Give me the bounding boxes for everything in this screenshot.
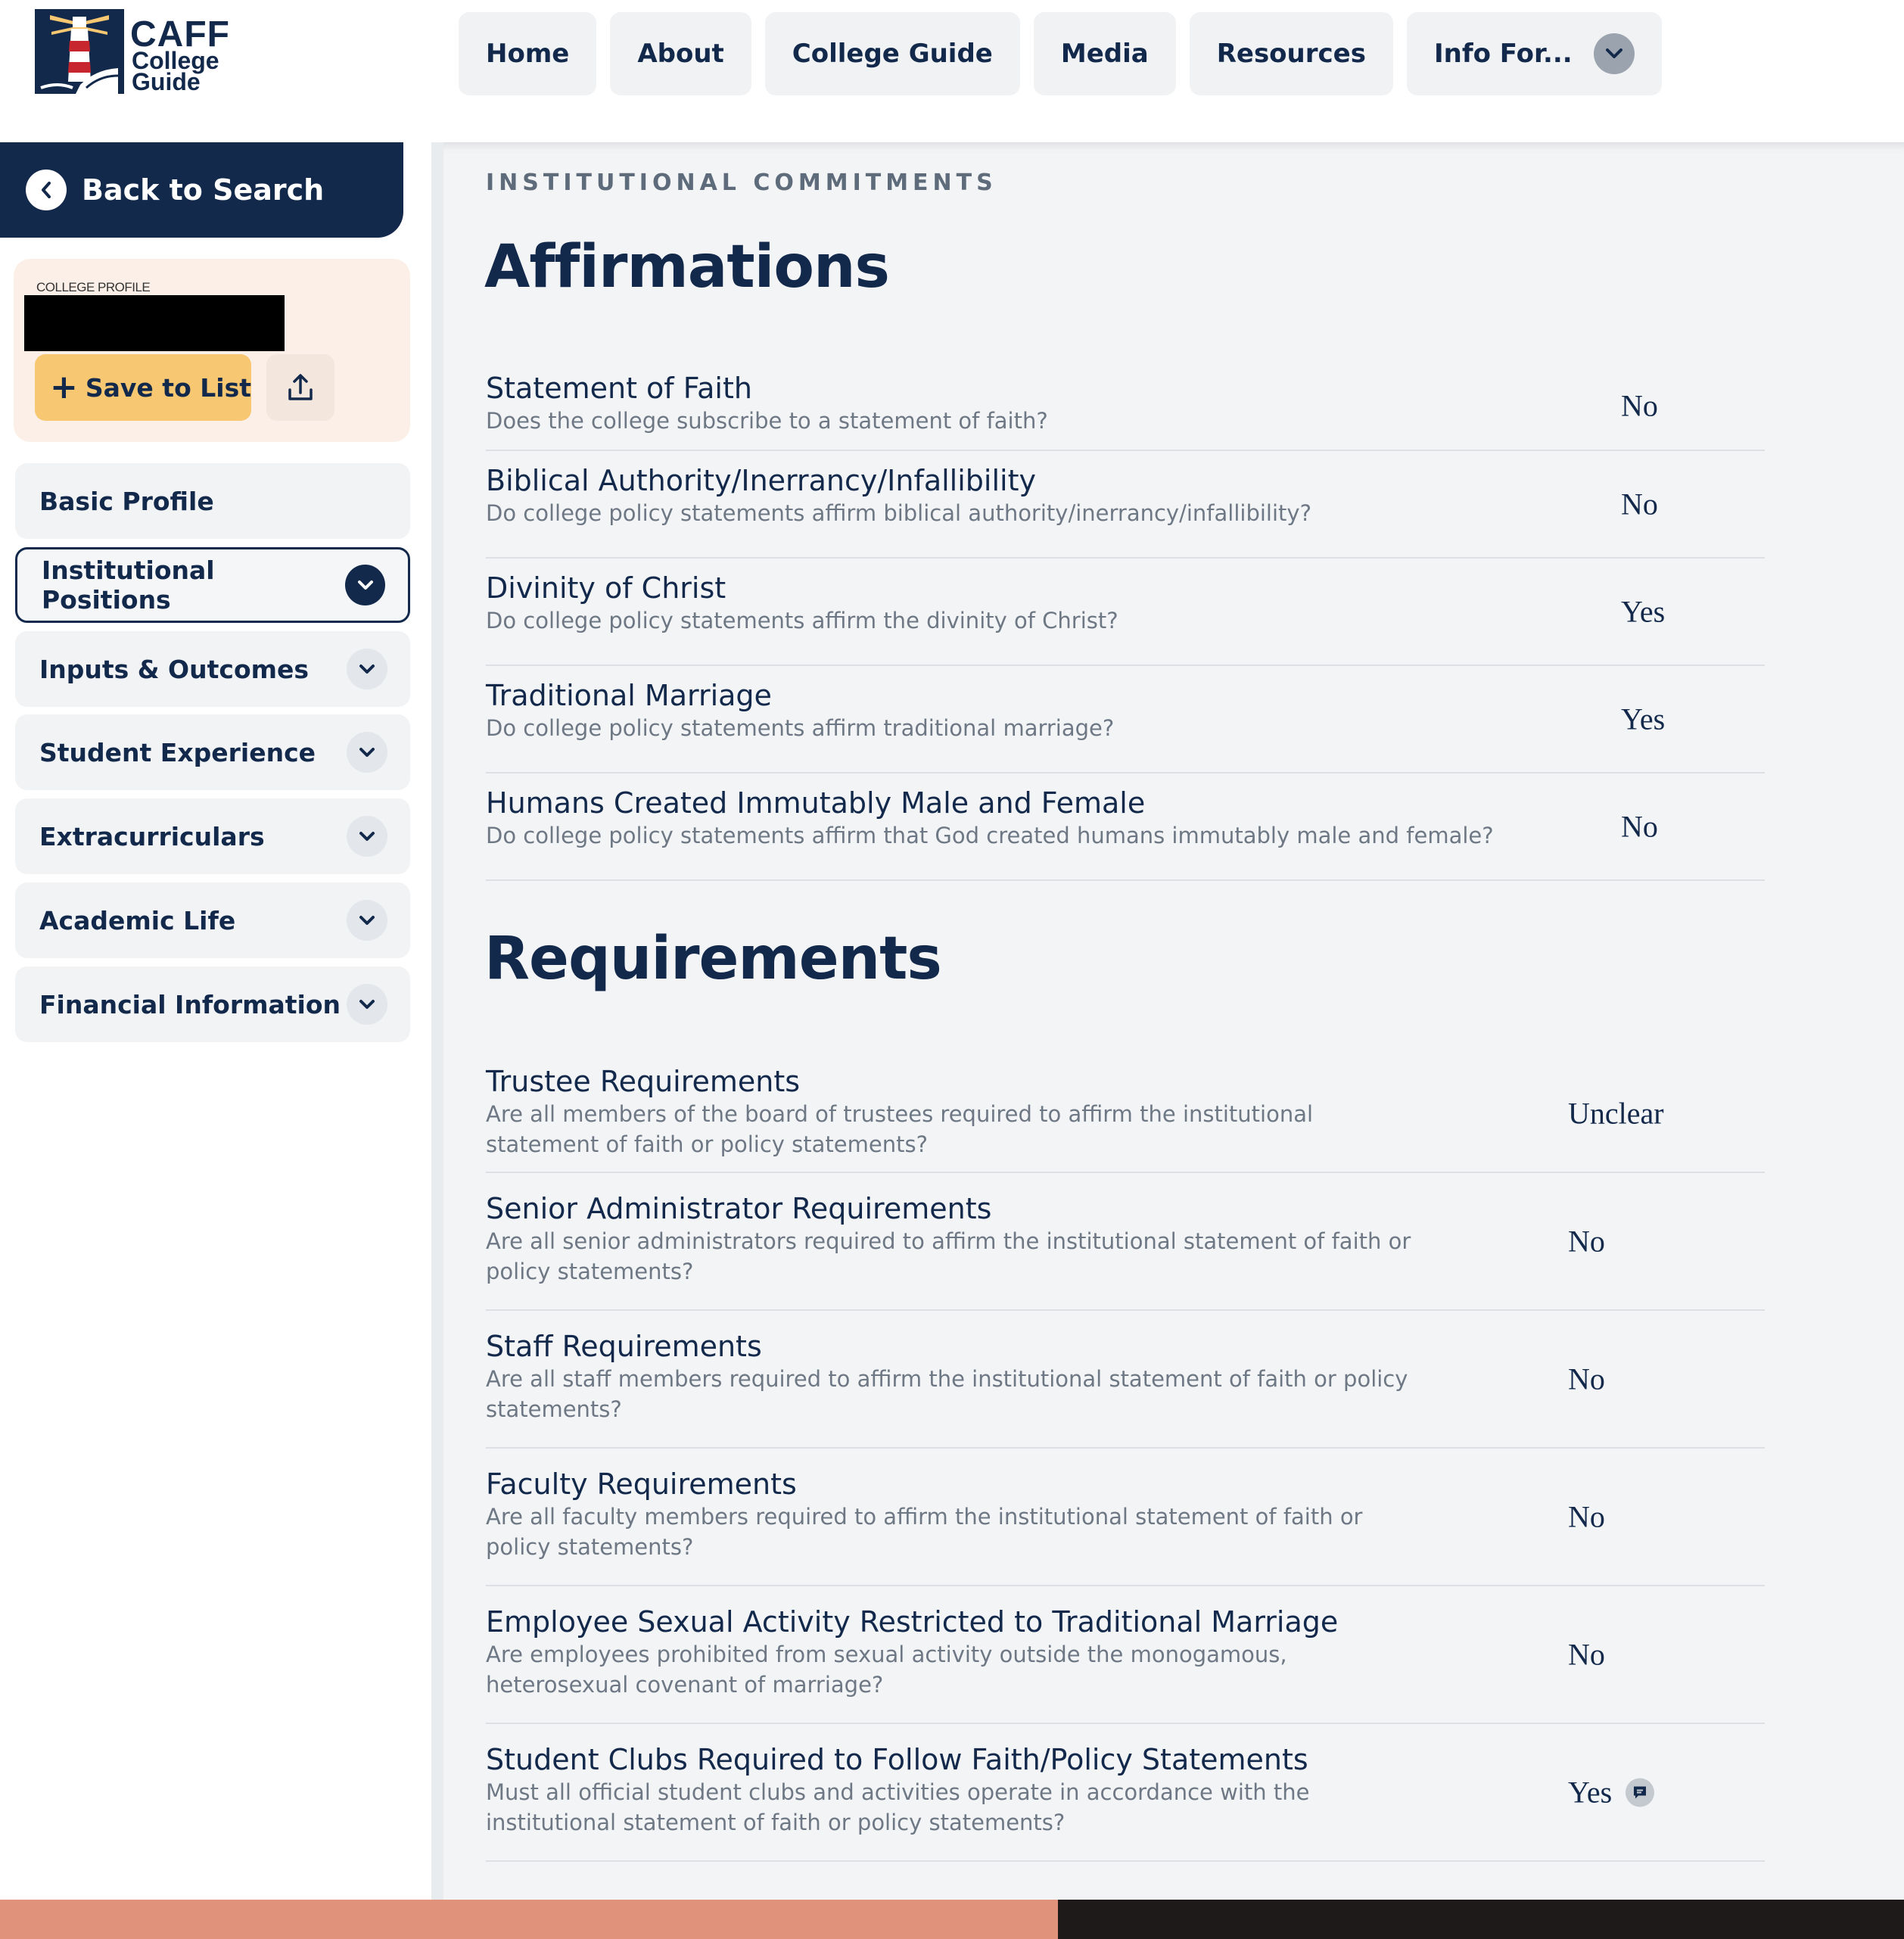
sidebar-item-institutional-positions[interactable]: Institutional Positions — [15, 547, 410, 623]
table-row: Trustee Requirements Are all members of … — [486, 1055, 1765, 1173]
row-value: No — [1568, 1637, 1605, 1672]
chevron-down-icon — [347, 649, 387, 689]
row-value: Unclear — [1568, 1096, 1664, 1131]
row-description: Must all official student clubs and acti… — [486, 1779, 1310, 1835]
sidebar-item-label: Financial Information — [39, 989, 341, 1019]
save-to-list-label: Save to List — [85, 372, 251, 403]
chevron-down-icon — [347, 900, 387, 941]
brand-subtitle: College Guide — [132, 47, 219, 95]
row-description: Are all senior administrators required t… — [486, 1228, 1411, 1284]
chevron-down-icon — [347, 816, 387, 857]
row-value: Yes — [1568, 1775, 1655, 1810]
main-content: INSTITUTIONAL COMMITMENTS Affirmations S… — [443, 142, 1904, 1900]
row-value: No — [1568, 1499, 1605, 1534]
chevron-down-icon[interactable] — [1593, 33, 1635, 74]
nav-info-for-label: Info For... — [1433, 39, 1573, 69]
nav-media[interactable]: Media — [1033, 12, 1176, 95]
chevron-down-icon — [345, 565, 385, 605]
college-profile-label: COLLEGE PROFILE — [36, 280, 151, 294]
college-profile-card: COLLEGE PROFILE + Save to List — [14, 259, 410, 442]
row-value: Yes — [1621, 594, 1666, 629]
redacted-college-name — [24, 295, 285, 351]
nav-college-guide[interactable]: College Guide — [764, 12, 1020, 95]
back-to-search-label: Back to Search — [82, 173, 325, 207]
row-description: Are all members of the board of trustees… — [486, 1101, 1314, 1157]
row-value: No — [1621, 809, 1658, 844]
row-description: Do college policy statements affirm trad… — [486, 715, 1115, 741]
main-nav: Home About College Guide Media Resources… — [459, 12, 1662, 95]
affirmations-heading: Affirmations — [484, 233, 890, 301]
nav-resources[interactable]: Resources — [1189, 12, 1393, 95]
row-description: Do college policy statements affirm the … — [486, 608, 1118, 633]
row-value-text: Yes — [1568, 1775, 1613, 1810]
chevron-left-icon — [26, 170, 67, 210]
row-description: Does the college subscribe to a statemen… — [486, 408, 1048, 434]
chevron-down-icon — [347, 984, 387, 1025]
sidebar-item-basic-profile[interactable]: Basic Profile — [15, 463, 410, 539]
panel-divider — [431, 142, 443, 1900]
row-title: Faculty Requirements — [486, 1467, 797, 1501]
sidebar-item-financial-information[interactable]: Financial Information — [15, 966, 410, 1042]
sidebar-item-label: Extracurriculars — [39, 821, 265, 851]
requirements-heading: Requirements — [484, 925, 942, 993]
nav-home[interactable]: Home — [459, 12, 597, 95]
save-to-list-button[interactable]: + Save to List — [35, 354, 251, 421]
row-title: Statement of Faith — [486, 372, 752, 405]
row-title: Divinity of Christ — [486, 571, 726, 605]
row-value: No — [1568, 1362, 1605, 1396]
table-row: Faculty Requirements Are all faculty mem… — [486, 1449, 1765, 1586]
sidebar-item-inputs-outcomes[interactable]: Inputs & Outcomes — [15, 631, 410, 707]
top-bar: CAFF College Guide Home About College Gu… — [0, 0, 1904, 142]
row-title: Biblical Authority/Inerrancy/Infallibili… — [486, 464, 1036, 497]
row-title: Humans Created Immutably Male and Female — [486, 786, 1146, 820]
sidebar-item-label: Basic Profile — [39, 486, 214, 516]
caff-logo[interactable]: CAFF College Guide — [35, 9, 247, 98]
row-value: No — [1621, 487, 1658, 521]
row-description: Are all faculty members required to affi… — [486, 1504, 1363, 1560]
chevron-down-icon — [347, 732, 387, 773]
share-button[interactable] — [266, 354, 334, 421]
row-value: No — [1568, 1224, 1605, 1259]
sidebar-item-label: Inputs & Outcomes — [39, 654, 310, 684]
table-row: Staff Requirements Are all staff members… — [486, 1311, 1765, 1449]
row-title: Student Clubs Required to Follow Faith/P… — [486, 1743, 1308, 1776]
row-value: No — [1621, 388, 1658, 423]
sidebar-item-student-experience[interactable]: Student Experience — [15, 714, 410, 790]
row-title: Trustee Requirements — [486, 1065, 801, 1098]
share-icon — [288, 374, 313, 400]
table-row: Humans Created Immutably Male and Female… — [486, 773, 1765, 881]
sidebar-item-label: Student Experience — [39, 737, 316, 767]
row-title: Staff Requirements — [486, 1330, 762, 1363]
sidebar-item-extracurriculars[interactable]: Extracurriculars — [15, 798, 410, 874]
table-row: Divinity of Christ Do college policy sta… — [486, 559, 1765, 666]
table-row: Senior Administrator Requirements Are al… — [486, 1173, 1765, 1311]
comment-icon[interactable] — [1626, 1778, 1655, 1807]
nav-info-for[interactable]: Info For... — [1406, 12, 1662, 95]
table-row: Biblical Authority/Inerrancy/Infallibili… — [486, 451, 1765, 559]
background-strip-left — [0, 1900, 1058, 1939]
row-title: Senior Administrator Requirements — [486, 1192, 992, 1225]
back-to-search-button[interactable]: Back to Search — [0, 142, 403, 238]
row-value: Yes — [1621, 702, 1666, 736]
row-description: Are employees prohibited from sexual act… — [486, 1642, 1287, 1698]
sidebar-item-label: Academic Life — [39, 905, 236, 935]
row-description: Do college policy statements affirm bibl… — [486, 500, 1311, 526]
lighthouse-icon — [35, 9, 124, 94]
row-title: Traditional Marriage — [486, 679, 772, 712]
table-row: Traditional Marriage Do college policy s… — [486, 666, 1765, 773]
section-eyebrow: INSTITUTIONAL COMMITMENTS — [486, 170, 997, 196]
table-row: Employee Sexual Activity Restricted to T… — [486, 1586, 1765, 1724]
nav-about[interactable]: About — [610, 12, 751, 95]
table-row: Statement of Faith Does the college subs… — [486, 362, 1765, 451]
row-description: Are all staff members required to affirm… — [486, 1366, 1408, 1422]
plus-icon: + — [50, 368, 78, 406]
row-title: Employee Sexual Activity Restricted to T… — [486, 1605, 1339, 1639]
table-row: Student Clubs Required to Follow Faith/P… — [486, 1724, 1765, 1862]
sidebar-item-academic-life[interactable]: Academic Life — [15, 882, 410, 958]
background-strip-right — [1058, 1900, 1904, 1939]
sidebar-item-label: Institutional Positions — [42, 556, 215, 615]
row-description: Do college policy statements affirm that… — [486, 823, 1494, 848]
